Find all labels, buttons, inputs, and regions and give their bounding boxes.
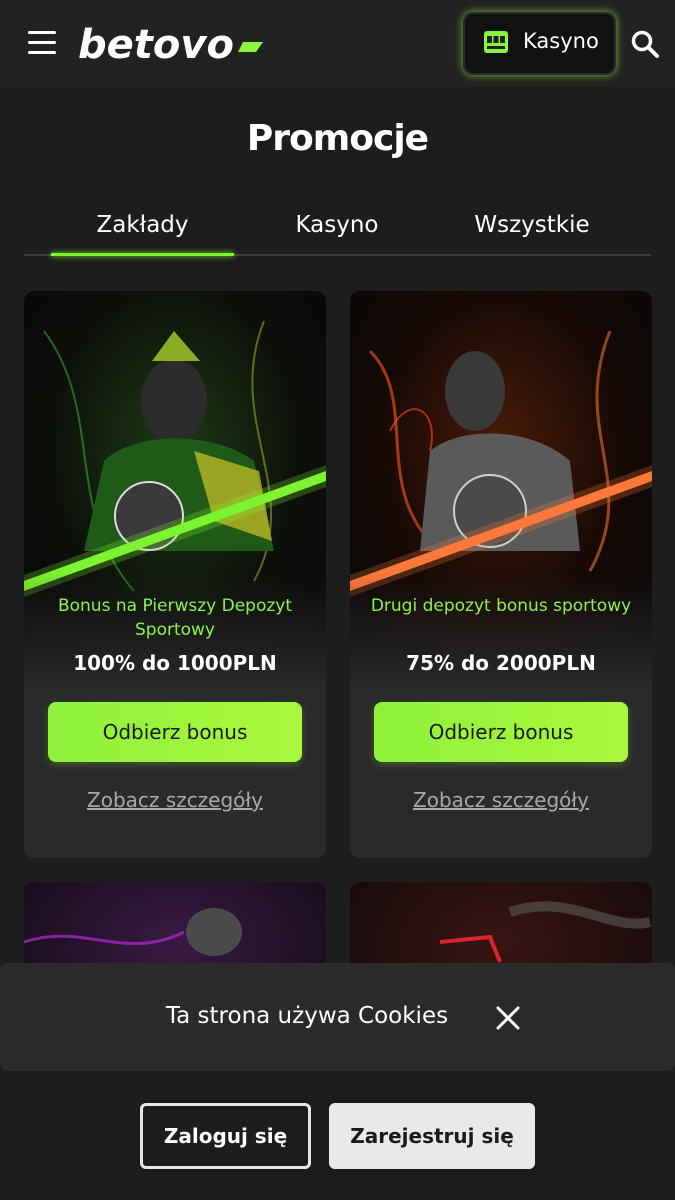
tab-casino[interactable]: Kasyno bbox=[264, 212, 410, 238]
promo-amount: 75% do 2000PLN bbox=[406, 651, 596, 675]
top-header: betovo Kasyno bbox=[0, 0, 675, 87]
promo-card-second-deposit: Drugi depozyt bonus sportowy 75% do 2000… bbox=[350, 291, 652, 858]
active-tab-indicator bbox=[51, 253, 234, 256]
casino-button[interactable]: Kasyno bbox=[463, 12, 616, 75]
promo-card-first-deposit: Bonus na Pierwszy Depozyt Sportowy 100% … bbox=[24, 291, 326, 858]
see-details-link[interactable]: Zobacz szczegóły bbox=[350, 788, 652, 812]
close-icon[interactable] bbox=[495, 1005, 521, 1031]
svg-text:betovo: betovo bbox=[78, 22, 234, 66]
login-button[interactable]: Zaloguj się bbox=[140, 1103, 311, 1169]
tab-bets[interactable]: Zakłady bbox=[51, 212, 234, 238]
promotions-page: betovo Kasyno Promocje Zakłady Kasyno Ws… bbox=[0, 0, 675, 1200]
promo-title: Bonus na Pierwszy Depozyt Sportowy bbox=[57, 596, 293, 640]
promo-title: Drugi depozyt bonus sportowy bbox=[370, 596, 632, 616]
basketball-player-image bbox=[350, 291, 652, 691]
promo-amount: 100% do 1000PLN bbox=[73, 651, 277, 675]
slot-machine-icon bbox=[484, 31, 508, 53]
auth-bar: Zaloguj się Zarejestruj się bbox=[0, 1071, 675, 1200]
register-button[interactable]: Zarejestruj się bbox=[329, 1103, 535, 1169]
search-icon[interactable] bbox=[630, 29, 660, 59]
cookie-message: Ta strona używa Cookies bbox=[165, 1003, 449, 1029]
menu-icon[interactable] bbox=[28, 31, 56, 55]
casino-button-label: Kasyno bbox=[523, 29, 599, 53]
page-title: Promocje bbox=[246, 118, 429, 159]
see-details-link[interactable]: Zobacz szczegóły bbox=[24, 788, 326, 812]
tab-all[interactable]: Wszystkie bbox=[444, 212, 620, 238]
cookie-banner: Ta strona używa Cookies bbox=[0, 963, 675, 1071]
betovo-logo[interactable]: betovo bbox=[78, 22, 268, 66]
claim-bonus-button[interactable]: Odbierz bonus bbox=[374, 702, 628, 762]
promo-tabs: Zakłady Kasyno Wszystkie bbox=[24, 200, 651, 256]
claim-bonus-button[interactable]: Odbierz bonus bbox=[48, 702, 302, 762]
